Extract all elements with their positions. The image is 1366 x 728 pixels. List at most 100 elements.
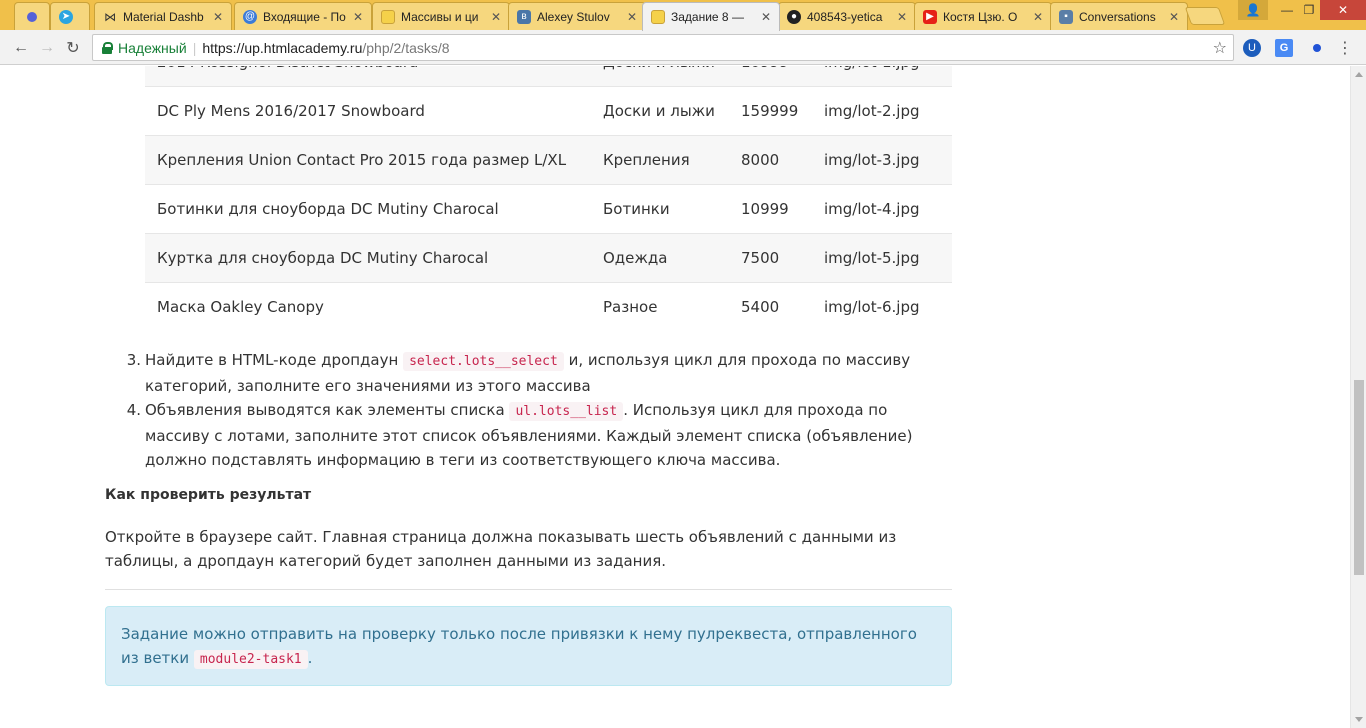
check-paragraph: Откройте в браузере сайт. Главная страни…	[105, 528, 897, 570]
table-row: Ботинки для сноуборда DC Mutiny Charocal…	[145, 184, 952, 234]
back-arrow-icon[interactable]: ←	[10, 37, 32, 59]
list-item: 3. Найдите в HTML-коде дропдаун select.l…	[127, 348, 952, 398]
reload-icon[interactable]: ↻	[62, 37, 84, 59]
secure-label: Надежный	[118, 39, 187, 56]
lot-price: 10999	[729, 184, 812, 234]
bookmark-star-icon[interactable]: ☆	[1213, 38, 1227, 58]
divider	[105, 589, 952, 590]
tab-6-active[interactable]: Задание 8 — ✕	[642, 2, 780, 31]
lot-image: img/lot-1.jpg	[812, 66, 952, 87]
close-window-icon[interactable]: ✕	[1320, 0, 1366, 20]
tab-title: Alexey Stulov	[537, 9, 610, 24]
extension-dot-icon[interactable]	[1308, 39, 1326, 57]
tab-title: Задание 8 —	[671, 10, 744, 24]
tab-title: Conversations	[1079, 9, 1156, 24]
code-snippet: select.lots__select	[403, 352, 564, 371]
close-icon[interactable]: ✕	[897, 10, 907, 24]
lot-category: Ботинки	[591, 184, 729, 234]
table-row: Крепления Union Contact Pro 2015 года ра…	[145, 135, 952, 185]
lots-table: 2014 Rossignol District Snowboard Доски …	[145, 66, 952, 332]
address-bar[interactable]: Надежный | https://up.htmlacademy.ru/php…	[92, 34, 1234, 61]
lot-category: Доски и лыжи	[591, 66, 729, 87]
tab-9[interactable]: ▪ Conversations ✕	[1050, 2, 1188, 30]
browser-toolbar: ← → ↻ Надежный | https://up.htmlacademy.…	[0, 30, 1366, 65]
close-icon[interactable]: ✕	[761, 10, 771, 24]
tab-5[interactable]: в Alexey Stulov ✕	[508, 2, 646, 30]
alert-text: из ветки	[121, 649, 194, 667]
tab-8[interactable]: ▶ Костя Цзю. О ✕	[914, 2, 1052, 30]
lot-price: 7500	[729, 233, 812, 283]
bowtie-icon: ⋈	[104, 9, 116, 24]
code-snippet: ul.lots__list	[509, 402, 624, 421]
steps-list: 3. Найдите в HTML-коде дропдаун select.l…	[127, 348, 952, 472]
alert-text: .	[307, 649, 313, 667]
table-row: DC Ply Mens 2016/2017 Snowboard Доски и …	[145, 86, 952, 136]
step-number: 3.	[126, 351, 141, 369]
lot-image: img/lot-3.jpg	[812, 135, 952, 185]
lot-image: img/lot-6.jpg	[812, 282, 952, 332]
tab-strip: ➤ ⋈ Material Dashb ✕ @ Входящие - По ✕ М…	[0, 0, 1366, 31]
lot-name: Ботинки для сноуборда DC Mutiny Charocal	[145, 184, 591, 234]
lot-price: 10999	[729, 66, 812, 87]
vertical-scrollbar[interactable]	[1350, 66, 1366, 728]
step-number: 4.	[126, 401, 141, 419]
new-tab-button[interactable]	[1184, 7, 1226, 25]
lock-icon	[102, 41, 113, 54]
tab-title: Костя Цзю. О	[943, 9, 1018, 24]
lot-image: img/lot-4.jpg	[812, 184, 952, 234]
lot-price: 159999	[729, 86, 812, 136]
translate-icon[interactable]: G	[1275, 39, 1293, 57]
tab-4[interactable]: Массивы и ци ✕	[372, 2, 510, 30]
table-row: Куртка для сноуборда DC Mutiny Charocal …	[145, 233, 952, 283]
tab-title: Массивы и ци	[401, 9, 479, 24]
close-icon[interactable]: ✕	[627, 10, 637, 24]
lot-image: img/lot-2.jpg	[812, 86, 952, 136]
lot-name: 2014 Rossignol District Snowboard	[145, 66, 591, 87]
close-icon[interactable]: ✕	[213, 10, 223, 24]
tab-7[interactable]: ● 408543-yetica ✕	[778, 2, 916, 30]
scroll-up-arrow-icon[interactable]	[1355, 72, 1363, 77]
list-item: 4. Объявления выводятся как элементы спи…	[127, 398, 952, 472]
lot-name: Куртка для сноуборда DC Mutiny Charocal	[145, 233, 591, 283]
step-text: Найдите в HTML-коде дропдаун	[145, 351, 404, 369]
lot-price: 8000	[729, 135, 812, 185]
lot-name: Крепления Union Contact Pro 2015 года ра…	[145, 135, 591, 185]
tab-0[interactable]	[14, 2, 50, 30]
youtube-icon: ▶	[923, 9, 937, 24]
lot-image: img/lot-5.jpg	[812, 233, 952, 283]
tab-title: Входящие - По	[263, 9, 346, 24]
htmlacademy-icon	[381, 9, 395, 24]
tab-1[interactable]: ➤	[50, 2, 90, 30]
close-icon[interactable]: ✕	[353, 10, 363, 24]
lot-category: Крепления	[591, 135, 729, 185]
htmlacademy-icon	[651, 10, 665, 24]
info-alert: Задание можно отправить на проверку толь…	[105, 606, 952, 686]
lot-category: Доски и лыжи	[591, 86, 729, 136]
page-viewport: 2014 Rossignol District Snowboard Доски …	[0, 66, 1350, 728]
url-path: /php/2/tasks/8	[362, 39, 450, 56]
tab-2[interactable]: ⋈ Material Dashb ✕	[94, 2, 232, 30]
user-icon[interactable]: 👤	[1238, 0, 1268, 20]
close-icon[interactable]: ✕	[1169, 10, 1179, 24]
lot-category: Разное	[591, 282, 729, 332]
section-heading: Как проверить результат	[105, 487, 312, 503]
extension-u-icon[interactable]: U	[1243, 39, 1261, 57]
telegram-icon: ➤	[59, 9, 73, 24]
close-icon[interactable]: ✕	[491, 10, 501, 24]
step-text: Объявления выводятся как элементы списка	[145, 401, 510, 419]
address-divider: |	[192, 39, 197, 56]
close-icon[interactable]: ✕	[1033, 10, 1043, 24]
menu-kebab-icon[interactable]: ⋮	[1336, 39, 1354, 57]
tab-title: Material Dashb	[123, 9, 204, 24]
tab-3[interactable]: @ Входящие - По ✕	[234, 2, 372, 30]
scroll-down-arrow-icon[interactable]	[1355, 717, 1363, 722]
scrollbar-thumb[interactable]	[1354, 380, 1364, 575]
tab-title: 408543-yetica	[807, 9, 883, 24]
lot-category: Одежда	[591, 233, 729, 283]
github-icon: ●	[787, 9, 801, 24]
circle-dot-icon	[27, 11, 37, 22]
chat-icon: ▪	[1059, 9, 1073, 24]
mail-at-icon: @	[243, 9, 257, 24]
vk-icon: в	[517, 9, 531, 24]
forward-arrow-icon[interactable]: →	[36, 37, 58, 59]
